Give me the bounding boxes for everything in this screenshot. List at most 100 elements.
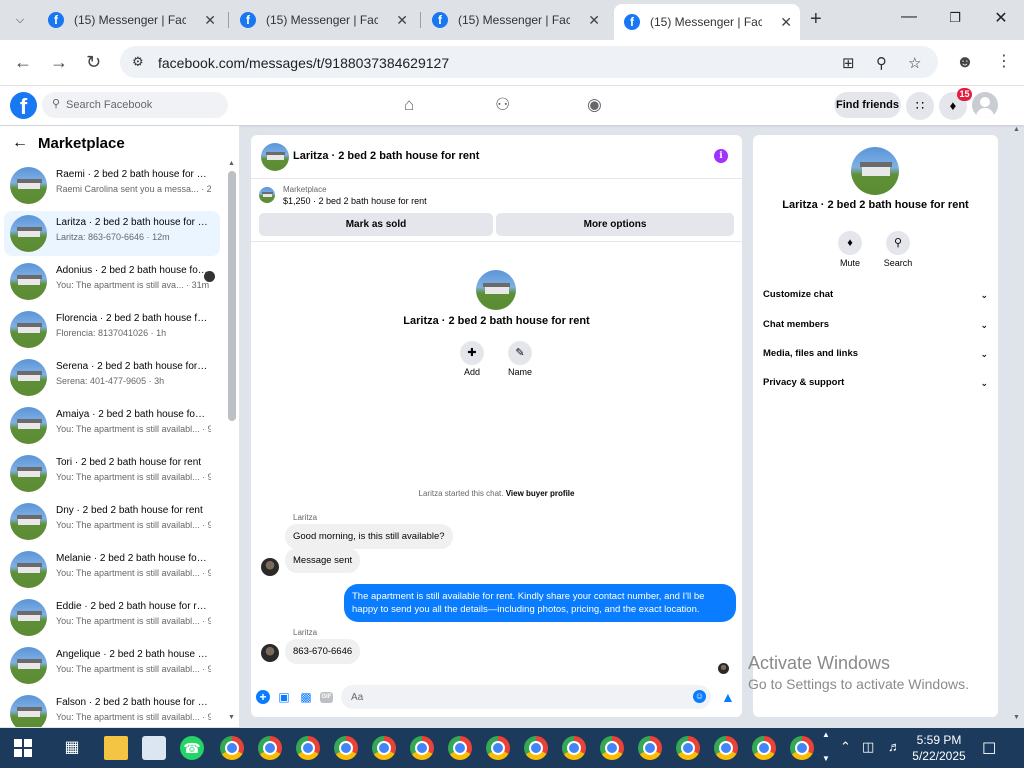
- listing-thumbnail[interactable]: [261, 143, 289, 171]
- notification-center-icon[interactable]: ☐: [982, 739, 996, 759]
- conversation-item[interactable]: Dny · 2 bed 2 bath house for rent You: Th…: [4, 499, 220, 544]
- friends-icon[interactable]: ⚇: [495, 95, 510, 115]
- profile-icon[interactable]: ☻: [956, 53, 974, 71]
- window-close-icon[interactable]: ✕: [986, 8, 1016, 28]
- browser-tab-4-active[interactable]: f (15) Messenger | Facebook ✕: [614, 4, 800, 40]
- windows-start-icon[interactable]: [14, 739, 32, 757]
- chrome-icon[interactable]: [524, 736, 548, 760]
- url-text[interactable]: facebook.com/messages/t/9188037384629127: [158, 55, 449, 71]
- scroll-up-arrow-icon[interactable]: ▲: [228, 160, 235, 167]
- taskbar-scroll-up-icon[interactable]: ▲: [822, 730, 830, 739]
- home-icon[interactable]: ⌂: [404, 95, 414, 115]
- mark-as-sold-button[interactable]: Mark as sold: [259, 213, 493, 236]
- facebook-search[interactable]: ⚲: [42, 92, 228, 118]
- search-icon[interactable]: ⚲: [886, 231, 910, 255]
- chrome-icon[interactable]: [410, 736, 434, 760]
- browser-menu-icon[interactable]: ⋮: [996, 53, 1012, 71]
- taskbar-scroll-down-icon[interactable]: ▼: [822, 754, 830, 763]
- photo-icon[interactable]: ▣: [277, 690, 291, 704]
- conversation-item[interactable]: Adonius · 2 bed 2 bath house for rent You…: [4, 259, 220, 304]
- contact-avatar[interactable]: [261, 644, 279, 662]
- chrome-icon[interactable]: [790, 736, 814, 760]
- chat-members-row[interactable]: Chat members ⌄: [763, 314, 988, 336]
- chrome-icon[interactable]: [334, 736, 358, 760]
- plus-icon[interactable]: +: [256, 690, 270, 704]
- message-input[interactable]: [351, 689, 681, 705]
- chrome-icon[interactable]: [486, 736, 510, 760]
- customize-chat-row[interactable]: Customize chat ⌄: [763, 284, 988, 306]
- browser-tab-1[interactable]: f (15) Messenger | Facebook ✕: [38, 6, 224, 34]
- restore-icon[interactable]: ❐: [940, 10, 970, 26]
- menu-grid-icon[interactable]: ∷: [906, 92, 934, 120]
- conversation-item[interactable]: Melanie · 2 bed 2 bath house for rent You…: [4, 547, 220, 592]
- scroll-down-arrow-icon[interactable]: ▼: [228, 714, 235, 721]
- info-icon[interactable]: i: [714, 149, 728, 163]
- chrome-icon[interactable]: [448, 736, 472, 760]
- privacy-support-row[interactable]: Privacy & support ⌄: [763, 372, 988, 394]
- tab-search-chevron-icon[interactable]: ⌵: [8, 8, 32, 32]
- minimize-icon[interactable]: —: [894, 8, 924, 26]
- media-files-links-row[interactable]: Media, files and links ⌄: [763, 343, 988, 365]
- emoji-icon[interactable]: ☺: [693, 690, 706, 703]
- tab-close-icon[interactable]: ✕: [588, 12, 600, 29]
- sidebar-scrollbar[interactable]: [228, 171, 236, 421]
- tab-close-icon[interactable]: ✕: [204, 12, 216, 29]
- browser-tab-2[interactable]: f (15) Messenger | Facebook ✕: [230, 6, 416, 34]
- mute-bell-icon[interactable]: ♦: [838, 231, 862, 255]
- conversation-item[interactable]: Amaiya · 2 bed 2 bath house for rent You:…: [4, 403, 220, 448]
- chrome-icon[interactable]: [372, 736, 396, 760]
- chat-title[interactable]: Laritza · 2 bed 2 bath house for rent: [293, 150, 479, 162]
- more-options-button[interactable]: More options: [496, 213, 734, 236]
- taskbar-clock[interactable]: 5:59 PM 5/22/2025: [912, 732, 966, 764]
- sticker-icon[interactable]: ▩: [299, 690, 313, 704]
- page-scroll-up-icon[interactable]: ▲: [1013, 126, 1020, 133]
- chrome-icon[interactable]: [562, 736, 586, 760]
- listing-price-title[interactable]: $1,250 · 2 bed 2 bath house for rent: [283, 196, 427, 206]
- whatsapp-icon[interactable]: ☎: [180, 736, 204, 760]
- conversation-item[interactable]: Falson · 2 bed 2 bath house for rent You:…: [4, 691, 220, 727]
- chrome-icon[interactable]: [714, 736, 738, 760]
- message-input-box[interactable]: ☺: [341, 685, 711, 709]
- tray-chevron-up-icon[interactable]: ⌃: [840, 739, 851, 755]
- search-input[interactable]: [66, 96, 216, 114]
- groups-icon[interactable]: ◉: [587, 95, 602, 115]
- chrome-icon[interactable]: [638, 736, 662, 760]
- conversation-item[interactable]: Florencia · 2 bed 2 bath house for rent F…: [4, 307, 220, 352]
- edit-name-pencil-icon[interactable]: ✎: [508, 341, 532, 365]
- thumbs-up-like-icon[interactable]: ▲: [721, 689, 735, 705]
- chrome-icon[interactable]: [676, 736, 700, 760]
- file-explorer-icon[interactable]: [104, 736, 128, 760]
- back-arrow-icon[interactable]: ←: [12, 134, 28, 152]
- chrome-icon[interactable]: [600, 736, 624, 760]
- tab-close-icon[interactable]: ✕: [396, 12, 408, 29]
- gif-icon[interactable]: GIF: [320, 692, 333, 703]
- chrome-icon[interactable]: [258, 736, 282, 760]
- site-settings-icon[interactable]: ⚙: [132, 54, 144, 70]
- chrome-icon[interactable]: [752, 736, 776, 760]
- account-avatar[interactable]: [972, 92, 998, 118]
- conversation-item[interactable]: Eddie · 2 bed 2 bath house for rent You: …: [4, 595, 220, 640]
- contact-avatar[interactable]: [261, 558, 279, 576]
- install-app-icon[interactable]: ⊞: [842, 54, 855, 72]
- conversation-item[interactable]: Raemi · 2 bed 2 bath house for rent Raemi…: [4, 163, 220, 208]
- conversation-item[interactable]: Laritza · 2 bed 2 bath house for rent Lar…: [4, 211, 220, 256]
- facebook-logo-icon[interactable]: f: [10, 92, 37, 119]
- browser-tab-3[interactable]: f (15) Messenger | Facebook ✕: [422, 6, 608, 34]
- volume-icon[interactable]: ♬: [888, 739, 901, 754]
- tray-device-icon[interactable]: ◫: [862, 739, 874, 755]
- back-arrow-icon[interactable]: ←: [14, 53, 32, 71]
- view-buyer-profile-link[interactable]: View buyer profile: [506, 489, 575, 498]
- add-person-icon[interactable]: ✚: [460, 341, 484, 365]
- find-friends-button[interactable]: Find friends: [834, 92, 901, 118]
- zoom-icon[interactable]: ⚲: [876, 54, 887, 72]
- chrome-icon[interactable]: [296, 736, 320, 760]
- conversation-item[interactable]: Tori · 2 bed 2 bath house for rent You: T…: [4, 451, 220, 496]
- task-view-icon[interactable]: ▦: [60, 736, 84, 760]
- chrome-icon[interactable]: [220, 736, 244, 760]
- conversation-item[interactable]: Serena · 2 bed 2 bath house for rent Sere…: [4, 355, 220, 400]
- new-tab-plus-icon[interactable]: +: [810, 8, 822, 30]
- page-scroll-down-icon[interactable]: ▼: [1013, 714, 1020, 721]
- conversation-item[interactable]: Angelique · 2 bed 2 bath house for rent Y…: [4, 643, 220, 688]
- reload-icon[interactable]: ↻: [86, 53, 101, 71]
- tab-close-icon[interactable]: ✕: [780, 14, 792, 31]
